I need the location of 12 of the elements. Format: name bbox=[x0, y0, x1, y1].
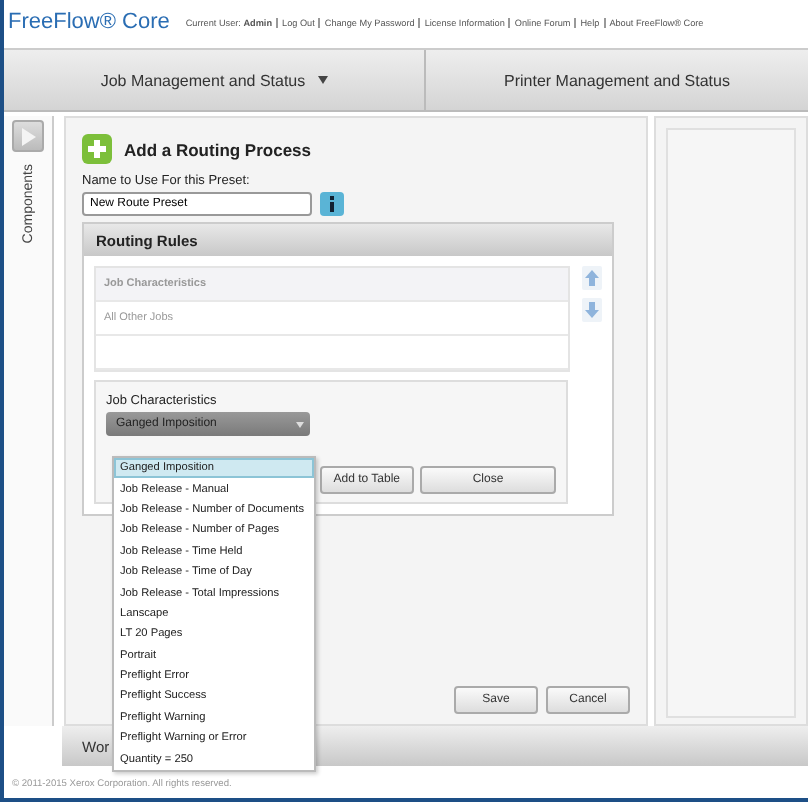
down-arrow-icon[interactable] bbox=[582, 298, 602, 322]
nav-tab[interactable]: Printer Management and Status bbox=[426, 50, 808, 110]
app-logo: FreeFlow® Core bbox=[8, 10, 170, 34]
nav-tab[interactable]: Job Management and Status bbox=[4, 50, 426, 110]
caret-icon bbox=[296, 421, 304, 427]
play-icon bbox=[20, 127, 36, 145]
expand-button[interactable] bbox=[12, 120, 44, 152]
up-arrow-icon[interactable] bbox=[582, 266, 602, 290]
plus-icon bbox=[82, 134, 112, 164]
info-icon[interactable] bbox=[320, 192, 344, 216]
panel-title: Add a Routing Process bbox=[124, 139, 312, 159]
caret-icon bbox=[317, 76, 328, 84]
